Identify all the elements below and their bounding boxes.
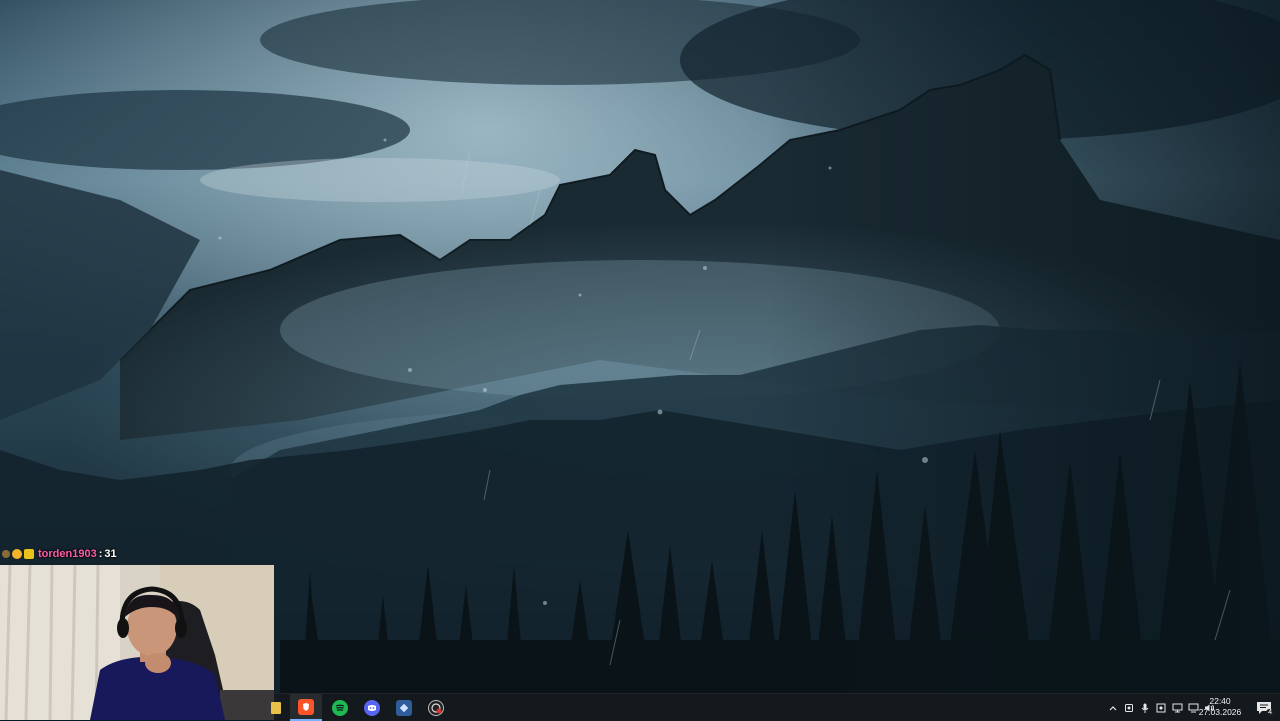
file-explorer-button[interactable] <box>270 694 282 721</box>
discord-icon <box>364 699 380 716</box>
taskbar-app-generic[interactable] <box>388 694 420 721</box>
notification-center-button[interactable]: 4 <box>1254 698 1274 717</box>
clock-time: 22:40 <box>1209 696 1231 706</box>
webcam-overlay <box>0 565 274 720</box>
chat-message: torden1903 : 31 <box>2 546 117 562</box>
chat-badge-icon <box>2 550 10 558</box>
obs-icon <box>428 699 444 716</box>
brave-icon <box>298 698 314 715</box>
chat-separator: : <box>98 548 103 560</box>
notification-count: 4 <box>1266 709 1274 716</box>
display-icon[interactable] <box>1170 701 1184 715</box>
taskbar-app-obs[interactable] <box>420 694 452 721</box>
taskbar-app-spotify[interactable] <box>324 694 356 721</box>
microphone-icon[interactable] <box>1138 701 1152 715</box>
chat-username: torden1903 <box>38 548 97 560</box>
folder-icon <box>271 701 281 714</box>
app-icon <box>396 699 412 716</box>
taskbar-app-discord[interactable] <box>356 694 388 721</box>
spotify-icon <box>332 699 348 716</box>
chat-badge-icon <box>24 549 34 559</box>
chevron-up-icon[interactable] <box>1106 701 1120 715</box>
nvidia-icon[interactable] <box>1154 701 1168 715</box>
taskbar-app-brave[interactable] <box>290 694 322 721</box>
taskbar-clock[interactable]: 22:40 27.03.2026 <box>1198 696 1242 720</box>
chat-badge-icon <box>12 549 22 559</box>
tray-app-icon[interactable] <box>1122 701 1136 715</box>
taskbar: 22:40 27.03.2026 4 <box>271 693 1280 721</box>
clock-date: 27.03.2026 <box>1198 707 1242 717</box>
chat-text: 31 <box>104 548 117 560</box>
